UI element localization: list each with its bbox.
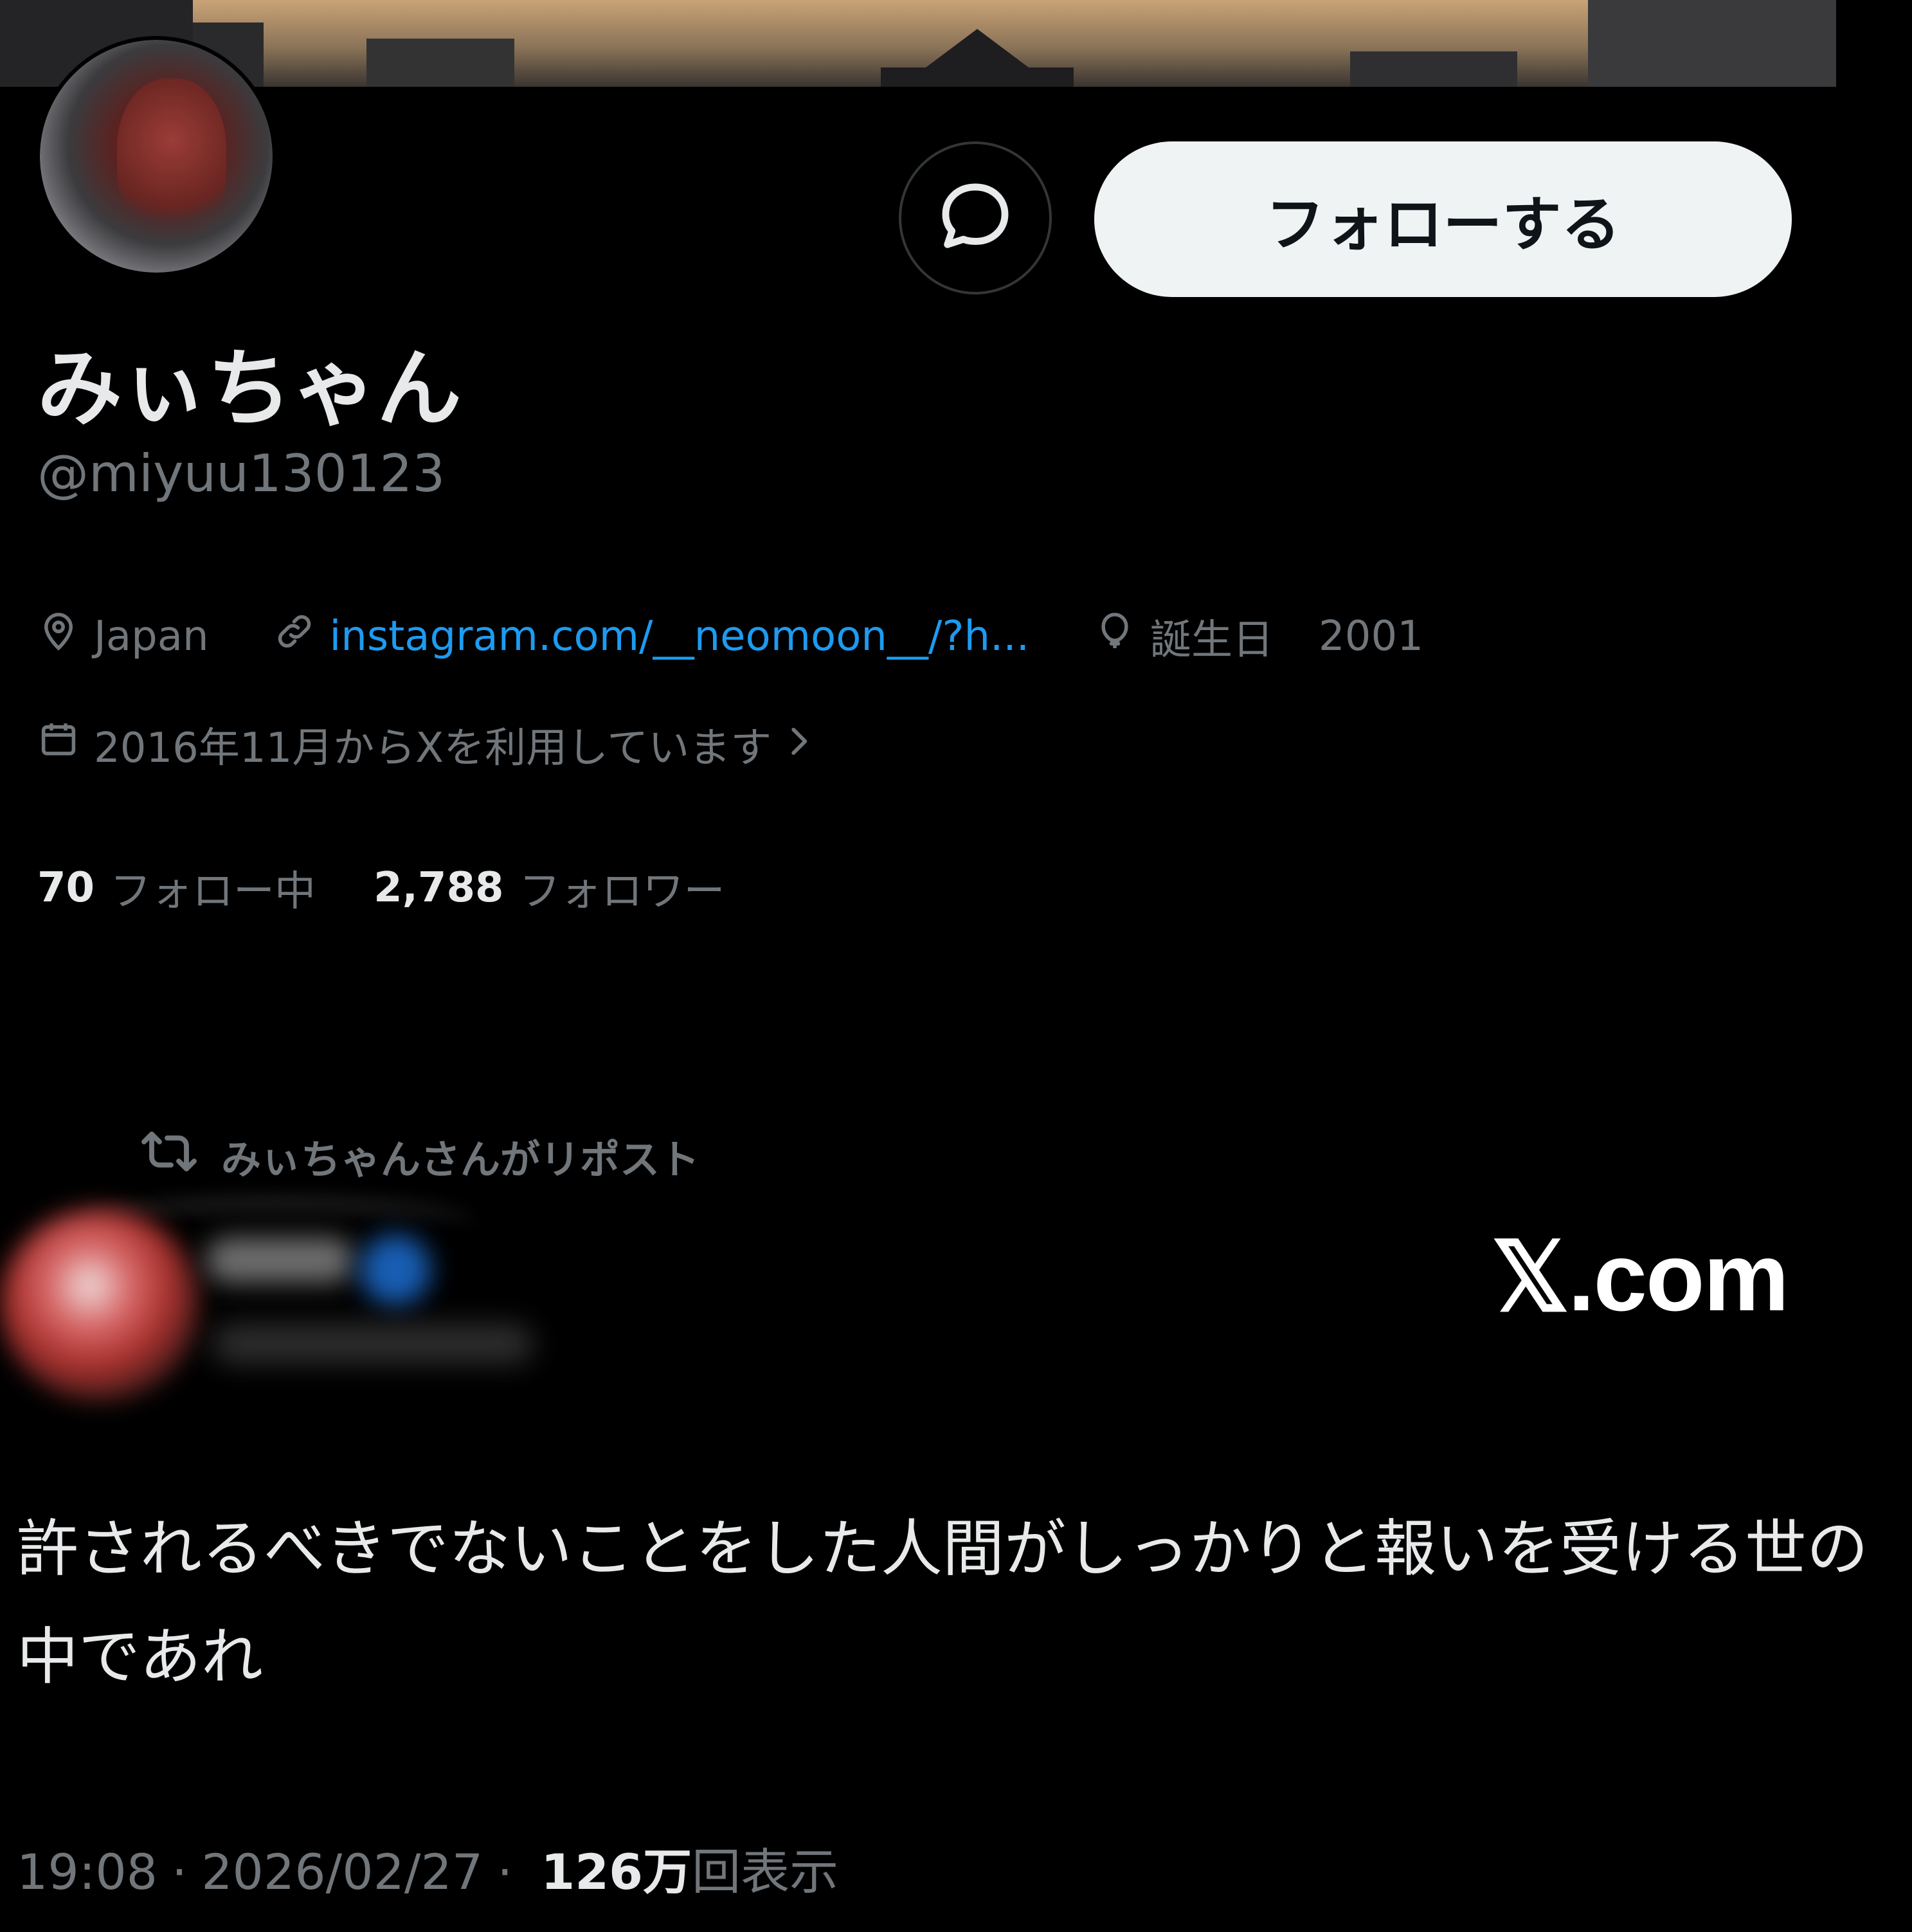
profile-banner[interactable] <box>0 0 1836 87</box>
website[interactable]: instagram.com/__neomoon__/?h... <box>273 610 1030 663</box>
balloon-icon <box>1094 610 1150 663</box>
banner-gap <box>1836 0 1912 87</box>
display-name: みぃちゃん <box>37 339 462 438</box>
repost-indicator: みぃちゃんさんがリポスト <box>140 1129 700 1184</box>
separator: · <box>172 1843 188 1900</box>
avatar-image <box>40 40 273 273</box>
blurred-author-handle <box>212 1324 534 1363</box>
banner-building <box>881 68 1074 87</box>
followers-label: フォロワー <box>519 868 725 916</box>
followers-stat[interactable]: 2,788 フォロワー <box>374 858 725 917</box>
views-label: 回表示 <box>692 1843 839 1900</box>
following-count: 70 <box>37 864 95 912</box>
location-text: Japan <box>94 613 209 660</box>
blurred-verified-badge <box>360 1234 431 1305</box>
message-icon <box>933 175 1017 261</box>
website-link[interactable]: instagram.com/__neomoon__/?h... <box>330 613 1030 660</box>
banner-building <box>366 39 514 87</box>
chevron-right-icon <box>784 721 827 768</box>
birthday-label: 誕生日 <box>1150 617 1274 664</box>
joined-text: 2016年11月からXを利用しています <box>94 725 772 772</box>
birthday-value: 2001 <box>1319 613 1423 660</box>
separator: · <box>497 1843 513 1900</box>
birthday: 誕生日 2001 <box>1094 607 1423 666</box>
post-text: 許されるべきでないことをした人間がしっかりと報いを受ける世の中であれ <box>17 1513 1868 1693</box>
location: Japan <box>37 610 209 663</box>
joined-date[interactable]: 2016年11月からXを利用しています <box>37 718 827 772</box>
link-icon <box>273 610 330 663</box>
followers-count: 2,788 <box>374 864 504 912</box>
location-icon <box>37 610 94 663</box>
views-count[interactable]: 126万 <box>541 1832 692 1903</box>
post-time[interactable]: 19:08 <box>17 1843 158 1900</box>
post-date[interactable]: 2026/02/27 <box>201 1843 483 1900</box>
calendar-icon <box>37 718 94 771</box>
banner-building <box>1350 51 1517 87</box>
message-button[interactable] <box>899 141 1052 294</box>
watermark: 𝕏.com <box>1492 1223 1789 1331</box>
profile-meta: Japan instagram.com/__neomoon__/?h... 誕生… <box>37 610 1488 664</box>
repost-label: みぃちゃんさんがリポスト <box>221 1136 700 1183</box>
user-handle: @miyuu130123 <box>37 444 446 503</box>
blurred-author-avatar[interactable] <box>0 1209 199 1402</box>
banner-building <box>1588 0 1836 87</box>
following-label: フォロー中 <box>110 868 316 916</box>
following-stat[interactable]: 70 フォロー中 <box>37 858 316 917</box>
post-meta: 19:08 · 2026/02/27 · 126万 回表示 <box>17 1832 838 1903</box>
follow-button[interactable]: フォローする <box>1094 141 1792 297</box>
avatar[interactable] <box>36 36 276 276</box>
repost-icon <box>140 1129 221 1184</box>
follow-stats: 70 フォロー中 2,788 フォロワー <box>37 858 783 917</box>
blurred-author-name[interactable] <box>206 1238 354 1283</box>
